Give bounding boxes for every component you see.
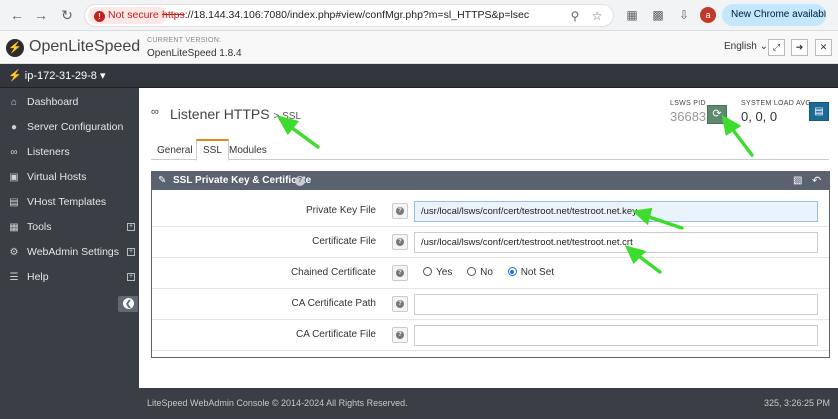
- help-icon[interactable]: ?: [392, 203, 408, 219]
- zoom-icon[interactable]: ⚲: [567, 8, 583, 24]
- list-icon: ☰: [9, 272, 19, 283]
- sidebar: ⌂ Dashboard ● Server Configuration ∞ Lis…: [0, 88, 139, 419]
- app-header: ⚡ OpenLiteSpeed CURRENT VERSION: OpenLit…: [0, 31, 838, 64]
- extensions-icon[interactable]: ▦: [624, 7, 640, 23]
- chevron-left-icon: ❮: [123, 298, 134, 309]
- language-selector[interactable]: English ⌄: [724, 41, 768, 52]
- version-label: CURRENT VERSION:: [147, 37, 222, 44]
- url-text[interactable]: https://18.144.34.106:7080/index.php#vie…: [162, 9, 529, 21]
- downloads-icon[interactable]: ⇩: [676, 7, 692, 23]
- radio-not-set[interactable]: Not Set: [507, 258, 554, 288]
- address-bar[interactable]: ! Not secure https://18.144.34.106:7080/i…: [84, 4, 614, 27]
- help-icon[interactable]: ?: [392, 327, 408, 343]
- bookmark-star-icon[interactable]: ☆: [589, 8, 605, 24]
- sidebar-item-tools[interactable]: ▦ Tools +: [0, 215, 139, 240]
- globe-icon: ●: [10, 122, 18, 133]
- server-selector[interactable]: ⚡ ip-172-31-29-8 ▾: [8, 69, 106, 82]
- back-arrow-icon[interactable]: ←: [8, 6, 26, 24]
- warning-icon: !: [94, 11, 105, 22]
- real-time-stats-button[interactable]: ▤: [809, 102, 829, 121]
- row-chained-certificate: Chained Certificate ? Yes No Not Set: [152, 258, 829, 289]
- ssl-key-cert-panel: ✎ SSL Private Key & Certificate ? ▧ ↶ Pr…: [151, 171, 830, 358]
- chained-certificate-radio-group: Yes No Not Set: [423, 258, 566, 288]
- openlitespeed-logo-icon: ⚡: [6, 39, 24, 57]
- footer-copyright: LiteSpeed WebAdmin Console © 2014-2024 A…: [147, 398, 408, 408]
- forward-arrow-icon[interactable]: →: [32, 6, 50, 24]
- link-icon: ∞: [10, 147, 18, 158]
- save-icon[interactable]: ▧: [793, 172, 802, 190]
- refresh-icon: ⟳: [712, 108, 722, 120]
- ca-certificate-path-input[interactable]: [414, 294, 818, 315]
- radio-yes[interactable]: Yes: [423, 258, 452, 288]
- not-secure-chip[interactable]: ! Not secure: [88, 7, 167, 24]
- tab-general[interactable]: General: [151, 141, 199, 160]
- expand-icon[interactable]: +: [127, 223, 135, 231]
- help-icon[interactable]: ?: [392, 265, 408, 281]
- tab-modules[interactable]: Modules: [223, 141, 273, 160]
- private-key-file-input[interactable]: /usr/local/lsws/conf/cert/testroot.net/t…: [414, 201, 818, 222]
- grid-icon: ▦: [9, 222, 19, 233]
- chrome-update-button[interactable]: New Chrome available: [722, 4, 826, 26]
- row-ca-certificate-path: CA Certificate Path ?: [152, 289, 829, 320]
- profile-avatar[interactable]: a: [700, 7, 716, 23]
- page-title: Listener HTTPS > SSL: [170, 106, 302, 122]
- brand-name: OpenLiteSpeed: [29, 38, 141, 55]
- sidebar-item-dashboard[interactable]: ⌂ Dashboard: [0, 90, 139, 115]
- sidebar-item-webadmin-settings[interactable]: ⚙ WebAdmin Settings +: [0, 240, 139, 265]
- panel-header: ✎ SSL Private Key & Certificate ? ▧ ↶: [152, 172, 829, 190]
- load-label: SYSTEM LOAD AVG: [741, 100, 812, 107]
- file-icon: ▤: [9, 197, 19, 208]
- logout-button[interactable]: ➜: [791, 39, 808, 56]
- row-private-key-file: Private Key File ? /usr/local/lsws/conf/…: [152, 196, 829, 227]
- breadcrumb-ssl: > SSL: [273, 111, 302, 122]
- expand-icon[interactable]: +: [127, 248, 135, 256]
- graceful-restart-button[interactable]: ⟳: [707, 105, 727, 124]
- row-ca-certificate-file: CA Certificate File ?: [152, 320, 829, 351]
- sidebar-collapse-button[interactable]: ❮: [118, 296, 138, 312]
- back-icon[interactable]: ↶: [812, 172, 821, 190]
- help-icon[interactable]: ?: [392, 234, 408, 250]
- footer: LiteSpeed WebAdmin Console © 2014-2024 A…: [139, 388, 838, 419]
- sidebar-item-server-configuration[interactable]: ● Server Configuration: [0, 115, 139, 140]
- close-button[interactable]: ✕: [815, 39, 832, 56]
- cast-icon[interactable]: ▩: [650, 7, 666, 23]
- edit-icon: ✎: [158, 175, 167, 186]
- fullscreen-button[interactable]: ⤢: [768, 39, 785, 56]
- chart-icon: ▤: [814, 106, 824, 117]
- ca-certificate-file-input[interactable]: [414, 325, 818, 346]
- cubes-icon: ▣: [9, 172, 19, 183]
- bolt-icon: ⚡: [8, 70, 22, 82]
- dashboard-icon: ⌂: [10, 97, 18, 108]
- pid-label: LSWS PID: [670, 100, 706, 107]
- reload-icon[interactable]: ↻: [58, 6, 76, 24]
- pid-value: 36683: [670, 109, 707, 124]
- sidebar-item-help[interactable]: ☰ Help +: [0, 265, 139, 290]
- row-certificate-file: Certificate File ? /usr/local/lsws/conf/…: [152, 227, 829, 258]
- main-content: ∞ Listener HTTPS > SSL LSWS PID 36683 ⟳ …: [139, 88, 838, 388]
- certificate-file-input[interactable]: /usr/local/lsws/conf/cert/testroot.net/t…: [414, 232, 818, 253]
- gear-icon: ⚙: [9, 247, 19, 258]
- browser-toolbar: ← → ↻ ! Not secure https://18.144.34.106:…: [0, 0, 838, 31]
- tab-bar: General SSL Modules: [151, 139, 829, 161]
- help-icon[interactable]: ?: [392, 296, 408, 312]
- load-value: 0, 0, 0: [741, 109, 778, 124]
- server-bar: ⚡ ip-172-31-29-8 ▾: [0, 64, 838, 88]
- panel-title: SSL Private Key & Certificate: [173, 175, 312, 186]
- footer-time: 325, 3:26:25 PM: [763, 398, 830, 408]
- chevron-down-icon: ▾: [99, 70, 106, 82]
- expand-icon[interactable]: +: [127, 273, 135, 281]
- help-icon[interactable]: ?: [295, 176, 305, 186]
- chevron-down-icon: ⌄: [759, 41, 768, 52]
- sidebar-item-listeners[interactable]: ∞ Listeners: [0, 140, 139, 165]
- sidebar-item-virtual-hosts[interactable]: ▣ Virtual Hosts: [0, 165, 139, 190]
- sidebar-item-vhost-templates[interactable]: ▤ VHost Templates: [0, 190, 139, 215]
- link-icon: ∞: [151, 106, 159, 118]
- version-value: OpenLiteSpeed 1.8.4: [147, 48, 242, 59]
- radio-no[interactable]: No: [467, 258, 493, 288]
